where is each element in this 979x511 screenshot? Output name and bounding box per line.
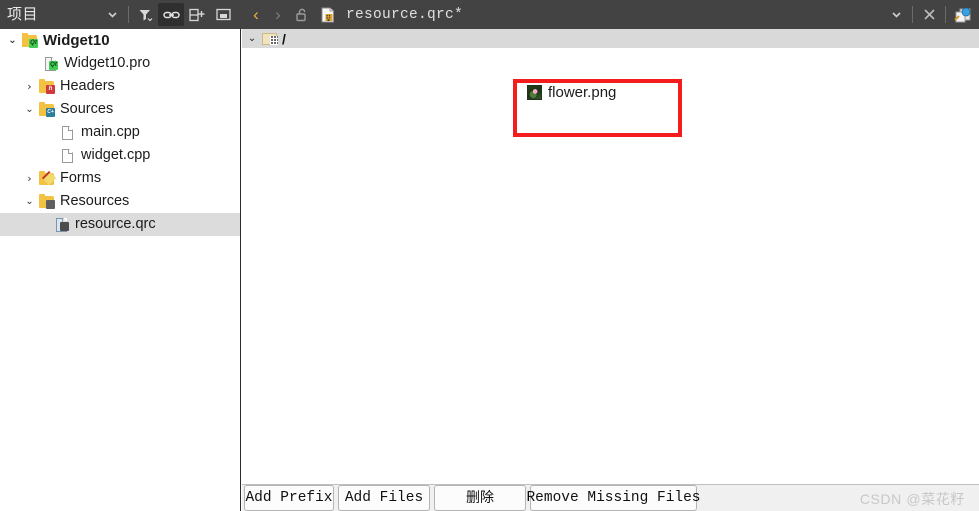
remove-missing-files-button[interactable]: Remove Missing Files	[526, 485, 701, 511]
tree-item-label: Forms	[60, 170, 102, 187]
cpp-file-icon	[59, 125, 77, 141]
project-pane-toolbar: 项目	[0, 0, 241, 29]
tree-item-label: Widget10	[43, 32, 110, 49]
resources-folder-icon	[38, 193, 56, 210]
chevron-right-icon[interactable]: ›	[21, 81, 38, 92]
top-toolbar: 项目 ‹ › resource.qrc*	[0, 0, 979, 29]
tree-item-label: main.cpp	[81, 124, 140, 141]
prefix-label: /	[282, 30, 286, 47]
tree-item-label: resource.qrc	[75, 216, 156, 233]
tree-item-widget10-pro[interactable]: Qt Widget10.pro	[0, 52, 240, 75]
chevron-down-icon[interactable]: ⌄	[4, 35, 21, 46]
qt-creator-window: 项目 ‹ › resource.qrc* ⌄ Qt Widget10 Qt Wi…	[0, 0, 979, 511]
open-document-name[interactable]: resource.qrc*	[346, 7, 463, 23]
tree-item-main-cpp[interactable]: main.cpp	[0, 121, 240, 144]
chevron-down-icon[interactable]: ⌄	[21, 104, 38, 115]
tree-item-widget-cpp[interactable]: widget.cpp	[0, 144, 240, 167]
filter-icon[interactable]	[132, 3, 158, 26]
toolbar-divider-1	[128, 6, 129, 23]
csdn-watermark: CSDN @菜花籽	[859, 491, 965, 507]
unlock-icon[interactable]	[289, 3, 315, 26]
qrc-file-icon	[53, 217, 71, 233]
editor-toolbar: ‹ › resource.qrc*	[241, 0, 979, 29]
split-editor-icon[interactable]	[949, 3, 975, 26]
headers-folder-icon: h	[38, 78, 56, 95]
chevron-down-icon[interactable]	[99, 3, 125, 26]
sources-folder-icon: C+	[38, 101, 56, 118]
forms-folder-icon	[38, 170, 57, 187]
tree-item-label: Widget10.pro	[64, 55, 151, 72]
qt-pro-file-icon: Qt	[42, 56, 60, 72]
toolbar-divider-3	[945, 6, 946, 23]
remove-button[interactable]: 删除	[434, 485, 526, 511]
link-icon[interactable]	[158, 3, 184, 26]
tree-item-resource-qrc[interactable]: resource.qrc	[0, 213, 240, 236]
tree-item-label: Resources	[60, 193, 130, 210]
tree-item-headers[interactable]: › h Headers	[0, 75, 240, 98]
close-icon[interactable]	[916, 3, 942, 26]
chevron-down-icon[interactable]: ⌄	[21, 196, 38, 207]
red-rectangle-highlight	[513, 79, 682, 137]
resource-prefix-row[interactable]: ⌄ /	[242, 29, 979, 48]
add-files-button[interactable]: Add Files	[338, 485, 430, 511]
add-prefix-button[interactable]: Add Prefix	[244, 485, 334, 511]
tree-item-label: Headers	[60, 78, 115, 95]
project-selector-label[interactable]: 项目	[0, 0, 38, 29]
tree-item-resources[interactable]: ⌄ Resources	[0, 190, 240, 213]
tree-item-sources[interactable]: ⌄ C+ Sources	[0, 98, 240, 121]
tree-item-label: Sources	[60, 101, 114, 118]
collapse-pane-icon[interactable]	[210, 3, 236, 26]
navigate-back-button[interactable]: ‹	[245, 6, 267, 23]
chevron-down-icon[interactable]: ⌄	[242, 33, 262, 44]
tree-item-forms[interactable]: › Forms	[0, 167, 240, 190]
toolbar-divider-2	[912, 6, 913, 23]
document-list-chevron-down-icon[interactable]	[883, 3, 909, 26]
qrc-file-icon	[315, 3, 341, 26]
project-tree-pane[interactable]: ⌄ Qt Widget10 Qt Widget10.pro › h Header…	[0, 29, 241, 511]
tree-item-widget10[interactable]: ⌄ Qt Widget10	[0, 29, 240, 52]
cpp-file-icon	[59, 148, 77, 164]
chevron-right-icon[interactable]: ›	[21, 173, 38, 184]
navigate-forward-button[interactable]: ›	[267, 6, 289, 23]
qt-project-folder-icon: Qt	[21, 32, 39, 49]
tree-item-label: widget.cpp	[81, 147, 151, 164]
split-pane-add-icon[interactable]	[184, 3, 210, 26]
qrc-prefix-folder-icon	[262, 32, 279, 46]
resource-editor-pane[interactable]: ⌄ / flower.png	[242, 29, 979, 484]
